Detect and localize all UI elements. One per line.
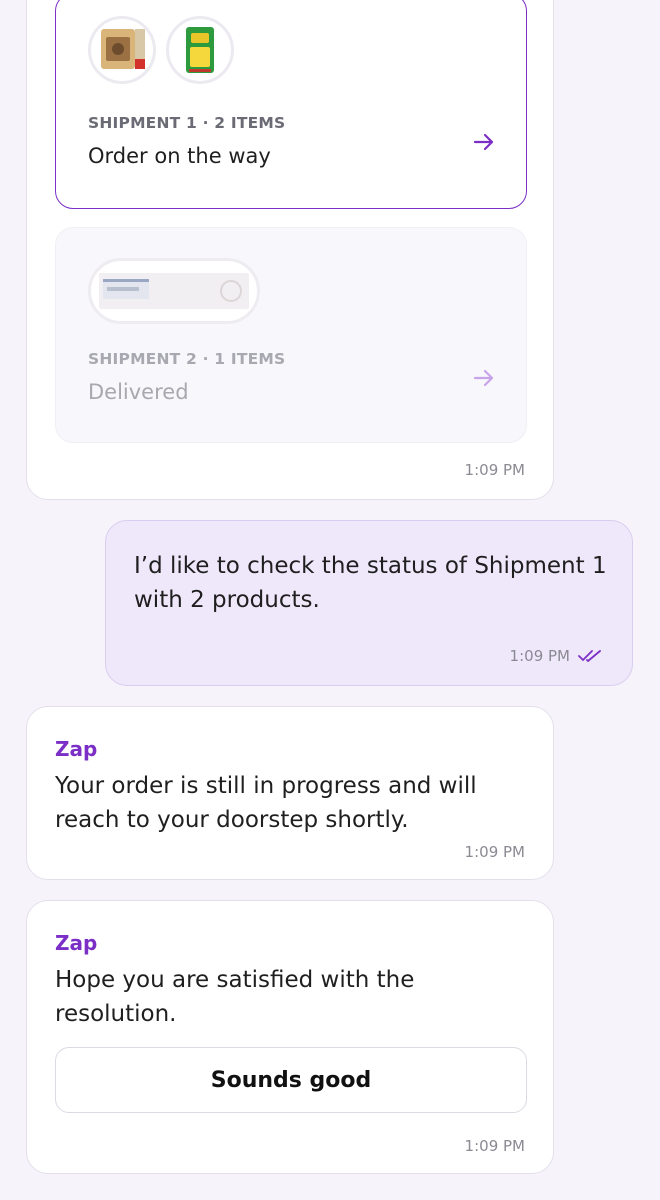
user-message: I’d like to check the status of Shipment… bbox=[105, 520, 633, 686]
message-time: 1:09 PM bbox=[464, 1137, 525, 1155]
shipment-status: Delivered bbox=[88, 380, 189, 404]
product-pack-icon bbox=[101, 29, 145, 69]
sender-name: Zap bbox=[55, 737, 98, 761]
bot-message-text: Your order is still in progress and will… bbox=[55, 773, 477, 833]
fortune-pack-icon bbox=[186, 27, 214, 73]
bot-message: Zap Hope you are satisfied with the reso… bbox=[26, 900, 554, 1174]
shipment-card-2[interactable]: SHIPMENT 2 · 1 ITEMS Delivered bbox=[55, 227, 527, 443]
shipment-list-message: SHIPMENT 1 · 2 ITEMS Order on the way SH… bbox=[26, 0, 554, 500]
bot-message-text: Hope you are satisfied with the resoluti… bbox=[55, 967, 415, 1027]
bot-message: Zap Your order is still in progress and … bbox=[26, 706, 554, 880]
message-time: 1:09 PM bbox=[464, 843, 525, 861]
shipment-status: Order on the way bbox=[88, 144, 271, 168]
sounds-good-button[interactable]: Sounds good bbox=[55, 1047, 527, 1113]
nipcare-box-icon bbox=[99, 273, 249, 309]
sender-name: Zap bbox=[55, 931, 98, 955]
product-thumbnail bbox=[166, 16, 234, 84]
message-time: 1:09 PM bbox=[464, 461, 525, 479]
product-thumbnail bbox=[88, 258, 260, 324]
product-thumbnail bbox=[88, 16, 156, 84]
shipment-label: SHIPMENT 2 · 1 ITEMS bbox=[88, 350, 286, 368]
user-message-text: I’d like to check the status of Shipment… bbox=[134, 553, 607, 613]
shipment-card-1[interactable]: SHIPMENT 1 · 2 ITEMS Order on the way bbox=[55, 0, 527, 209]
double-check-icon bbox=[578, 650, 601, 662]
shipment-label: SHIPMENT 1 · 2 ITEMS bbox=[88, 114, 286, 132]
message-time: 1:09 PM bbox=[509, 647, 570, 665]
arrow-right-icon bbox=[473, 133, 494, 151]
arrow-right-icon bbox=[473, 369, 494, 387]
